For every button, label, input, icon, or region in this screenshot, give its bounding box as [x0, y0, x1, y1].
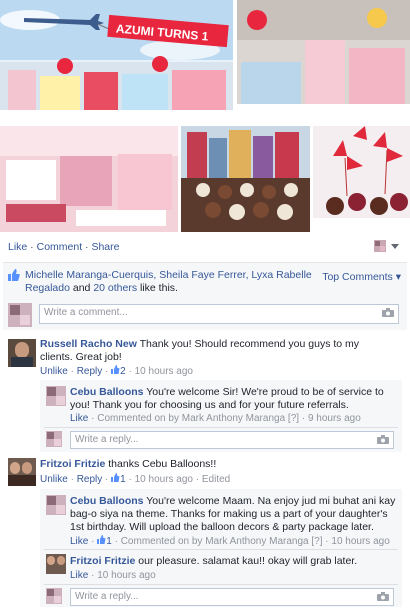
reply-input[interactable]: Write a reply... [70, 588, 394, 606]
like-link[interactable]: Like [70, 536, 88, 547]
replies-panel: Cebu Balloons You're welcome Sir! We're … [40, 380, 402, 452]
comment-meta: Unlike · Reply · 1 · 10 hours ago · Edit… [40, 473, 231, 485]
share-selector-icon[interactable] [372, 238, 402, 254]
camera-icon[interactable] [377, 592, 389, 601]
party-photo-candy-table[interactable] [0, 126, 178, 232]
party-photo-cupcakes[interactable] [181, 126, 310, 232]
reply-link[interactable]: Reply [77, 366, 103, 377]
thumbs-up-icon [8, 269, 20, 281]
avatar[interactable] [46, 554, 66, 574]
avatar[interactable] [8, 458, 36, 486]
reply-text: Fritzoi Fritzie our pleasure. salamat ka… [70, 555, 358, 567]
comment-link[interactable]: Comment [37, 241, 83, 253]
party-photo-pinwheel-cupcakes[interactable] [313, 126, 410, 232]
replies-panel: Cebu Balloons You're welcome Maam. Na en… [40, 489, 402, 607]
comment-text: Russell Racho New Thank you! Should reco… [40, 338, 360, 363]
comment-author[interactable]: Fritzoi Fritzie [40, 458, 105, 470]
avatar [8, 303, 32, 327]
reply-author[interactable]: Fritzoi Fritzie [70, 555, 135, 567]
camera-icon[interactable] [382, 308, 394, 317]
party-photo-dessert-table[interactable] [237, 0, 410, 124]
top-comments-toggle[interactable]: Top Comments ▾ [322, 271, 401, 283]
reply-input[interactable]: Write a reply... [70, 431, 394, 449]
reply-meta: Like · Commented on by Mark Anthony Mara… [70, 413, 361, 424]
unlike-link[interactable]: Unlike [40, 366, 68, 377]
unlike-link[interactable]: Unlike [40, 474, 68, 485]
likes-summary: Michelle Maranga-Cuerquis, Sheila Faye F… [3, 262, 407, 301]
reply-meta: Like · 1 · Commented on by Mark Anthony … [70, 535, 390, 547]
like-link[interactable]: Like [70, 413, 88, 424]
avatar [46, 588, 62, 604]
post-actions: Like · Comment · Share [8, 241, 120, 253]
avatar [46, 431, 62, 447]
comment-like-count[interactable]: 2 [111, 365, 126, 377]
avatar[interactable] [46, 386, 66, 406]
main-comment-row: Write a comment... [3, 300, 407, 330]
party-photo-main[interactable]: AZUMI TURNS 1 [0, 0, 233, 124]
reply-text: Cebu Balloons You're welcome Sir! We're … [70, 386, 384, 411]
photo-grid: AZUMI TURNS 1 [0, 0, 410, 232]
comment-meta: Unlike · Reply · 2 · 10 hours ago [40, 365, 193, 377]
thumbs-up-icon [111, 473, 120, 482]
share-link[interactable]: Share [91, 241, 119, 253]
divider [44, 427, 398, 428]
reply-author[interactable]: Cebu Balloons [70, 386, 144, 398]
thumbs-up-icon [111, 365, 120, 374]
comment-like-count[interactable]: 1 [111, 473, 126, 485]
divider [44, 549, 398, 550]
avatar[interactable] [8, 339, 36, 367]
like-link[interactable]: Like [70, 570, 88, 581]
likes-text: Michelle Maranga-Cuerquis, Sheila Faye F… [25, 269, 312, 294]
divider [44, 584, 398, 585]
camera-icon[interactable] [377, 435, 389, 444]
reply-like-count[interactable]: 1 [97, 535, 112, 547]
comment-input[interactable]: Write a comment... [39, 304, 399, 324]
thumbs-up-icon [97, 535, 106, 544]
reply-meta: Like · 10 hours ago [70, 570, 156, 581]
comment-author[interactable]: Russell Racho New [40, 338, 137, 350]
like-link[interactable]: Like [8, 241, 27, 253]
likers-others-link[interactable]: 20 others [93, 282, 137, 294]
comment-text: Fritzoi Fritzie thanks Cebu Balloons!! [40, 458, 217, 470]
avatar[interactable] [46, 495, 66, 515]
reply-link[interactable]: Reply [77, 474, 103, 485]
reply-text: Cebu Balloons You're welcome Maam. Na en… [70, 495, 396, 533]
reply-author[interactable]: Cebu Balloons [70, 495, 144, 507]
